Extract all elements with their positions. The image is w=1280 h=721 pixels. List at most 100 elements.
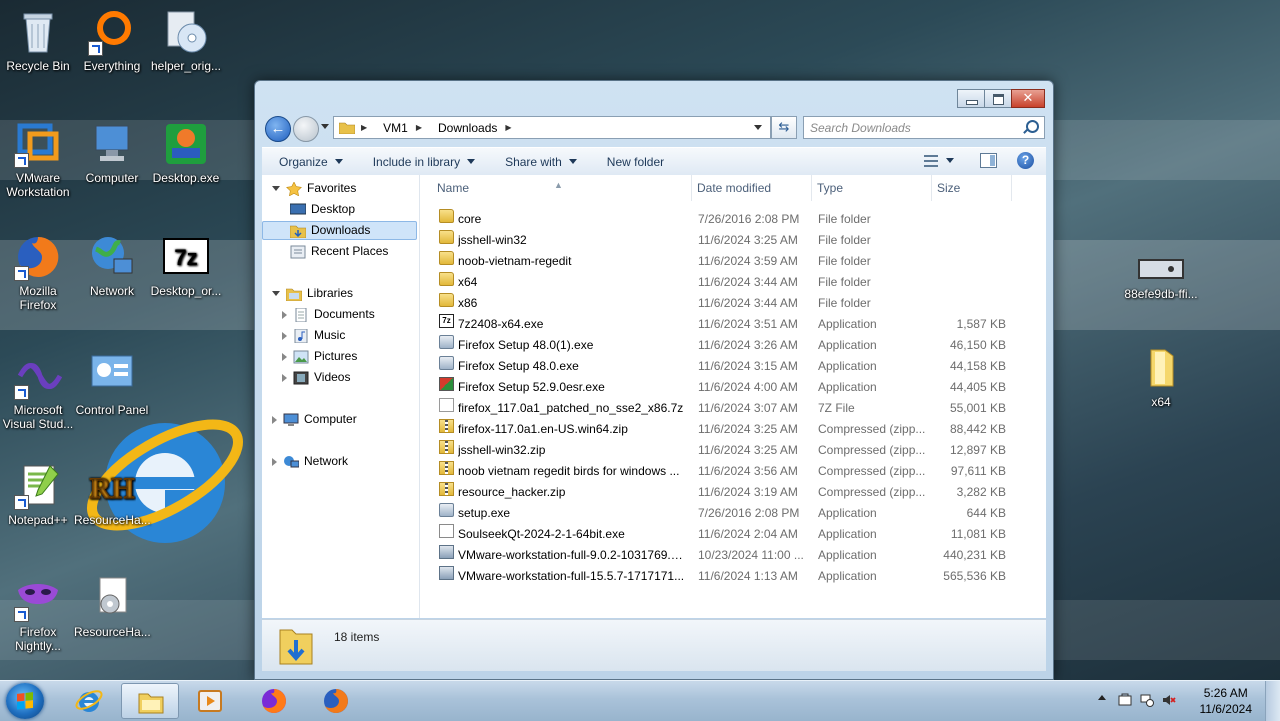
- clock[interactable]: 5:26 AM 11/6/2024: [1200, 685, 1253, 717]
- preview-pane-icon[interactable]: [980, 153, 997, 168]
- action-center-icon[interactable]: [1118, 693, 1132, 707]
- share-with-button[interactable]: Share with: [505, 155, 577, 169]
- desktop-icon-firefox-nightly[interactable]: Firefox Nightly...: [0, 574, 76, 653]
- taskbar-internet-explorer[interactable]: [60, 683, 118, 719]
- close-button[interactable]: ✕: [1011, 89, 1045, 108]
- file-row[interactable]: VMware-workstation-full-9.0.2-1031769.e.…: [434, 545, 1006, 566]
- recent-places-icon: [290, 245, 306, 258]
- desktop-icon-notepadpp[interactable]: Notepad++: [0, 462, 76, 527]
- breadcrumb-downloads[interactable]: Downloads: [438, 121, 497, 135]
- refresh-button[interactable]: ⇆: [771, 116, 797, 139]
- expand-icon[interactable]: [272, 291, 280, 296]
- expand-icon[interactable]: [282, 331, 287, 340]
- file-row[interactable]: Firefox Setup 48.0(1).exe 11/6/2024 3:26 …: [434, 335, 1006, 356]
- file-row[interactable]: noob vietnam regedit birds for windows .…: [434, 461, 1006, 482]
- file-row[interactable]: 7z 7z2408-x64.exe 11/6/2024 3:51 AM Applica…: [434, 314, 1006, 335]
- taskbar-windows-explorer[interactable]: [121, 683, 179, 719]
- file-row[interactable]: Firefox Setup 48.0.exe 11/6/2024 3:15 AM A…: [434, 356, 1006, 377]
- file-row[interactable]: jsshell-win32.zip 11/6/2024 3:25 AM Compre…: [434, 440, 1006, 461]
- nav-recent-places[interactable]: Recent Places: [290, 242, 388, 261]
- file-row[interactable]: VMware-workstation-full-15.5.7-1717171..…: [434, 566, 1006, 587]
- search-box[interactable]: [803, 116, 1045, 139]
- network-tray-icon[interactable]: [1140, 693, 1154, 707]
- include-in-library-button[interactable]: Include in library: [373, 155, 476, 169]
- maximize-button[interactable]: [984, 89, 1012, 108]
- explorer-window[interactable]: ✕ ← ▶ VM1 ▶ Downloads ▶ ⇆ Organize Inclu…: [254, 80, 1054, 680]
- expand-icon[interactable]: [272, 415, 277, 424]
- desktop-icon-88efe9db[interactable]: 88efe9db-ffi...: [1122, 256, 1200, 301]
- desktop-icon-computer[interactable]: Computer: [74, 120, 150, 185]
- show-desktop-button[interactable]: [1265, 681, 1280, 721]
- nav-favorites[interactable]: Favorites: [272, 179, 356, 198]
- taskbar-media-player[interactable]: [181, 683, 239, 719]
- help-icon[interactable]: ?: [1017, 152, 1034, 169]
- new-folder-button[interactable]: New folder: [607, 155, 664, 169]
- desktop-icon-vmware[interactable]: VMware Workstation: [0, 120, 76, 199]
- file-row[interactable]: setup.exe 7/26/2016 2:08 PM Application 644…: [434, 503, 1006, 524]
- desktop-icon-resource-hacker-2[interactable]: ResourceHa...: [74, 574, 151, 639]
- expand-icon[interactable]: [272, 457, 277, 466]
- organize-button[interactable]: Organize: [279, 155, 343, 169]
- expand-icon[interactable]: [282, 310, 287, 319]
- minimize-button[interactable]: [957, 89, 985, 108]
- expand-icon[interactable]: [272, 186, 280, 191]
- file-row[interactable]: SoulseekQt-2024-2-1-64bit.exe 11/6/2024 2…: [434, 524, 1006, 545]
- folder-row[interactable]: x64 11/6/2024 3:44 AM File folder: [434, 272, 1004, 293]
- desktop-icon-firefox[interactable]: Mozilla Firefox: [0, 233, 76, 312]
- column-header-date[interactable]: Date modified: [692, 175, 812, 201]
- breadcrumb-vm1[interactable]: VM1: [383, 121, 408, 135]
- address-bar[interactable]: ▶ VM1 ▶ Downloads ▶: [333, 116, 771, 139]
- column-header-size[interactable]: Size: [932, 175, 1012, 201]
- desktop-icon-desktop-orig[interactable]: 7z Desktop_or...: [148, 233, 224, 298]
- folder-row[interactable]: x86 11/6/2024 3:44 AM File folder: [434, 293, 1004, 314]
- desktop-icon-desktop-exe[interactable]: Desktop.exe: [148, 120, 224, 185]
- breadcrumb-separator[interactable]: ▶: [416, 123, 430, 132]
- column-header-name[interactable]: Name ▲: [432, 175, 692, 201]
- nav-pictures[interactable]: Pictures: [282, 347, 357, 366]
- show-hidden-icons-icon[interactable]: [1098, 695, 1106, 700]
- file-row[interactable]: firefox-117.0a1.en-US.win64.zip 11/6/2024…: [434, 419, 1006, 440]
- nav-network[interactable]: Network: [272, 452, 348, 471]
- desktop-icon-helper[interactable]: helper_orig...: [148, 8, 224, 73]
- desktop-icon-visual-studio[interactable]: Microsoft Visual Stud...: [0, 352, 76, 431]
- start-button[interactable]: [6, 683, 44, 719]
- firefox-esr-icon: [439, 377, 454, 391]
- file-row[interactable]: Firefox Setup 52.9.0esr.exe 11/6/2024 4:0…: [434, 377, 1006, 398]
- nav-videos[interactable]: Videos: [282, 368, 350, 387]
- forward-button[interactable]: [293, 116, 319, 142]
- desktop-icon-network[interactable]: Network: [74, 233, 150, 298]
- nav-documents[interactable]: Documents: [282, 305, 375, 324]
- expand-icon[interactable]: [282, 352, 287, 361]
- desktop-icon-recycle-bin[interactable]: Recycle Bin: [0, 8, 76, 73]
- search-input[interactable]: [804, 117, 1012, 138]
- nav-music[interactable]: Music: [282, 326, 345, 345]
- desktop-icon-everything[interactable]: Everything: [74, 8, 150, 73]
- nav-computer[interactable]: Computer: [272, 410, 357, 429]
- recent-pages-dropdown[interactable]: [321, 124, 329, 129]
- folder-row[interactable]: noob-vietnam-regedit 11/6/2024 3:59 AM Fil…: [434, 251, 1004, 272]
- file-row[interactable]: firefox_117.0a1_patched_no_sse2_x86.7z 11…: [434, 398, 1006, 419]
- view-options-icon[interactable]: [924, 154, 938, 167]
- volume-muted-icon[interactable]: [1162, 693, 1176, 707]
- nav-desktop[interactable]: Desktop: [290, 200, 355, 219]
- back-button[interactable]: ←: [265, 116, 291, 142]
- nav-downloads[interactable]: Downloads: [262, 221, 417, 240]
- folder-row[interactable]: core 7/26/2016 2:08 PM File folder: [434, 209, 1004, 230]
- column-header-type[interactable]: Type: [812, 175, 932, 201]
- breadcrumb-separator[interactable]: ▶: [361, 123, 375, 132]
- taskbar-firefox[interactable]: [245, 683, 303, 719]
- expand-icon[interactable]: [282, 373, 287, 382]
- taskbar-firefox-2[interactable]: [307, 683, 365, 719]
- search-icon[interactable]: [1026, 120, 1039, 133]
- nav-libraries[interactable]: Libraries: [272, 284, 353, 303]
- desktop-icon-x64[interactable]: x64: [1122, 344, 1200, 409]
- nav-label: Pictures: [314, 349, 358, 363]
- file-size: 44,158 KB: [949, 359, 1006, 373]
- file-row[interactable]: resource_hacker.zip 11/6/2024 3:19 AM Comp…: [434, 482, 1006, 503]
- folder-row[interactable]: jsshell-win32 11/6/2024 3:25 AM File folde…: [434, 230, 1004, 251]
- chevron-down-icon[interactable]: [946, 158, 954, 163]
- address-dropdown-icon[interactable]: [754, 125, 762, 130]
- desktop-icon-control-panel[interactable]: Control Panel: [74, 352, 150, 417]
- desktop-icon-resource-hacker[interactable]: RH ResourceHa...: [74, 462, 151, 528]
- breadcrumb-separator[interactable]: ▶: [505, 123, 519, 132]
